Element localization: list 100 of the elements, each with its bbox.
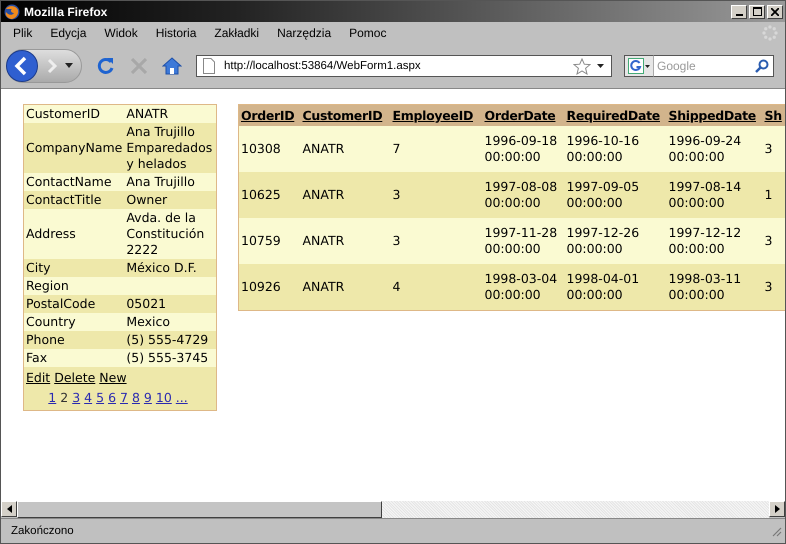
action-link[interactable]: Edit xyxy=(26,370,50,385)
horizontal-scrollbar[interactable] xyxy=(1,500,785,518)
resize-grip-icon[interactable] xyxy=(770,525,782,537)
back-button[interactable] xyxy=(5,49,39,83)
menu-item[interactable]: Plik xyxy=(4,26,42,40)
search-icon[interactable] xyxy=(755,59,769,73)
field-value: Owner xyxy=(124,191,216,209)
table-cell: 10308 xyxy=(241,141,281,156)
dropdown-arrow-icon[interactable] xyxy=(597,64,604,68)
menu-item[interactable]: Narzędzia xyxy=(268,26,340,40)
google-logo-icon xyxy=(628,58,644,74)
field-label: City xyxy=(24,259,124,277)
star-icon[interactable] xyxy=(573,58,591,74)
table-cell: 3 xyxy=(764,141,772,156)
table-cell: 1998-04-01 00:00:00 xyxy=(566,271,640,302)
page-link[interactable]: 3 xyxy=(72,390,80,405)
table-cell: 3 xyxy=(764,279,772,294)
close-button[interactable] xyxy=(767,4,783,18)
table-cell: 1997-12-26 00:00:00 xyxy=(566,225,640,256)
firefox-icon xyxy=(4,4,20,20)
menu-item[interactable]: Historia xyxy=(146,26,206,40)
field-value: ANATR xyxy=(124,104,216,123)
table-cell: 1997-11-28 00:00:00 xyxy=(484,225,558,256)
url-text: http://localhost:53864/WebForm1.aspx xyxy=(223,60,422,72)
table-cell: 4 xyxy=(392,279,400,294)
field-label: Country xyxy=(24,313,124,331)
table-cell: 1997-08-08 00:00:00 xyxy=(484,179,558,210)
maximize-icon xyxy=(752,7,762,16)
field-value: México D.F. xyxy=(124,259,216,277)
field-value: 05021 xyxy=(124,295,216,313)
page-link[interactable]: 6 xyxy=(108,390,116,405)
table-cell: 1996-09-18 00:00:00 xyxy=(484,133,558,164)
table-cell: 3 xyxy=(392,233,400,248)
right-arrow-icon xyxy=(774,505,780,513)
search-engine-selector[interactable] xyxy=(624,55,654,77)
table-cell: 10926 xyxy=(241,279,281,294)
page-link[interactable]: ... xyxy=(176,390,188,405)
table-cell: 1996-10-16 00:00:00 xyxy=(566,133,640,164)
table-cell: ANATR xyxy=(302,233,344,248)
page-link[interactable]: 7 xyxy=(120,390,128,405)
page-link[interactable]: 1 xyxy=(48,390,56,405)
field-label: CompanyName xyxy=(24,123,124,173)
address-field[interactable]: http://localhost:53864/WebForm1.aspx xyxy=(196,55,612,77)
scroll-right-button[interactable] xyxy=(769,501,785,517)
table-cell: 1998-03-11 00:00:00 xyxy=(668,271,742,302)
menu-item[interactable]: Edycja xyxy=(41,26,96,40)
page-link[interactable]: 10 xyxy=(156,390,172,405)
menu-item[interactable]: Zakładki xyxy=(205,26,268,40)
table-cell: ANATR xyxy=(302,141,344,156)
field-value: Ana Trujillo xyxy=(124,173,216,191)
field-label: Region xyxy=(24,277,124,295)
throbber-icon xyxy=(761,24,779,42)
table-cell: 7 xyxy=(392,141,400,156)
table-cell: ANATR xyxy=(302,279,344,294)
field-value: (5) 555-4729 xyxy=(124,331,216,349)
maximize-button[interactable] xyxy=(749,4,765,18)
field-value: Avda. de la Constitución 2222 xyxy=(124,209,216,259)
home-icon[interactable] xyxy=(162,57,182,75)
field-label: Phone xyxy=(24,331,124,349)
action-link[interactable]: Delete xyxy=(54,370,96,385)
close-icon xyxy=(771,8,779,16)
dropdown-arrow-icon xyxy=(645,64,650,68)
minimize-icon xyxy=(736,14,742,16)
menu-item[interactable]: Pomoc xyxy=(340,26,396,40)
table-cell: 1997-08-14 00:00:00 xyxy=(668,179,742,210)
dropdown-arrow-icon[interactable] xyxy=(65,63,73,69)
table-cell: 10625 xyxy=(241,187,281,202)
action-link[interactable]: New xyxy=(99,370,127,385)
table-cell: 1996-09-24 00:00:00 xyxy=(668,133,742,164)
menu-item[interactable]: Widok xyxy=(95,26,147,40)
field-label: CustomerID xyxy=(24,104,124,123)
table-cell: 1997-09-05 00:00:00 xyxy=(566,179,640,210)
scrollbar-thumb[interactable] xyxy=(17,501,382,518)
table-cell: 1997-12-12 00:00:00 xyxy=(668,225,742,256)
page-link[interactable]: 8 xyxy=(132,390,140,405)
table-cell: 3 xyxy=(764,233,772,248)
field-label: ContactName xyxy=(24,173,124,191)
reload-icon[interactable] xyxy=(96,56,116,76)
field-value: Ana Trujillo Emparedados y helados xyxy=(124,123,216,173)
page-link[interactable]: 4 xyxy=(84,390,92,405)
left-arrow-icon xyxy=(6,505,12,513)
field-label: ContactTitle xyxy=(24,191,124,209)
search-field[interactable]: Google xyxy=(654,55,774,77)
field-label: Fax xyxy=(24,349,124,367)
page-link[interactable]: 5 xyxy=(96,390,104,405)
scroll-left-button[interactable] xyxy=(1,501,17,517)
table-cell: 1 xyxy=(764,187,772,202)
window-title: Mozilla Firefox xyxy=(24,4,108,18)
table-cell: 1998-03-04 00:00:00 xyxy=(484,271,558,302)
field-value: Mexico xyxy=(124,313,216,331)
status-text: Zakończono xyxy=(11,525,74,537)
page-link[interactable]: 9 xyxy=(144,390,152,405)
table-cell: ANATR xyxy=(302,187,344,202)
field-label: PostalCode xyxy=(24,295,124,313)
table-cell: 3 xyxy=(392,187,400,202)
field-label: Address xyxy=(24,209,124,259)
page-icon xyxy=(203,58,215,74)
current-page-number: 2 xyxy=(60,390,68,405)
table-cell: 10759 xyxy=(241,233,281,248)
minimize-button[interactable] xyxy=(731,4,747,18)
